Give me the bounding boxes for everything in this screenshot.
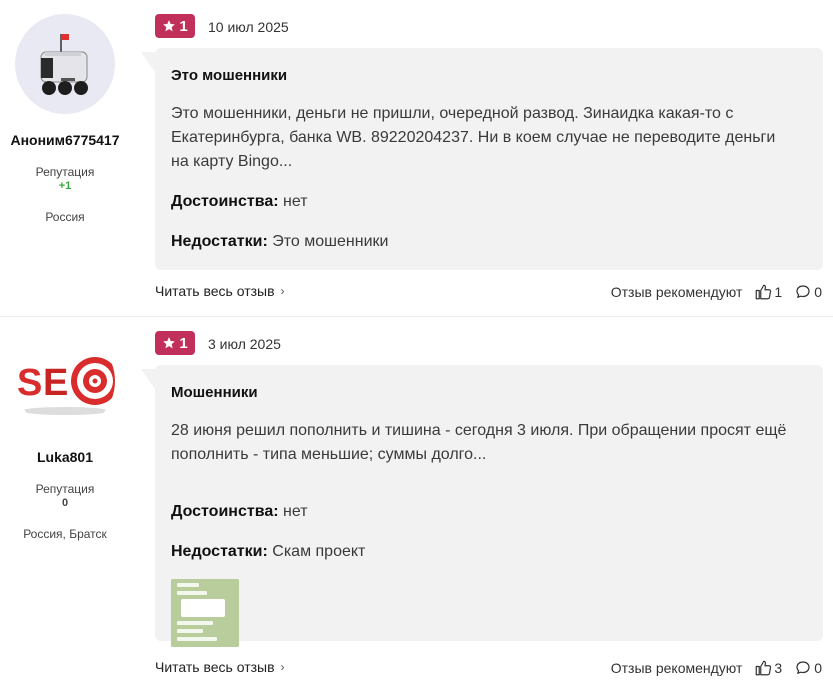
cons-label: Недостатки:	[171, 543, 268, 560]
author-name[interactable]: Аноним6775417	[0, 132, 130, 148]
recommend-label: Отзыв рекомендуют	[610, 660, 743, 676]
bubble-tail	[141, 369, 155, 389]
chat-screenshot-thumbnail	[171, 579, 239, 647]
robot-avatar-icon	[40, 34, 88, 95]
review-footer-actions: Отзыв рекомендуют 1 0	[611, 283, 822, 301]
pros-line: Достоинства: нет	[171, 193, 308, 211]
like-count: 3	[774, 660, 783, 676]
review-title[interactable]: Это мошенники	[171, 67, 287, 84]
author-avatar[interactable]	[15, 14, 115, 114]
review-body: Мошенники 28 июня решил пополнить и тиши…	[141, 365, 823, 647]
review-text: 28 июня решил пополнить и тишина - сегод…	[171, 422, 787, 463]
cons-value: Скам проект	[272, 543, 366, 560]
bubble-tail	[141, 52, 155, 72]
star-icon	[163, 337, 176, 349]
pros-label: Достоинства:	[171, 503, 279, 520]
review-date: 10 июл 2025	[208, 19, 289, 35]
pros-label: Достоинства:	[171, 193, 279, 210]
read-more-label: Читать весь отзыв	[155, 659, 275, 675]
pros-value: нет	[283, 193, 308, 210]
review-date: 3 июл 2025	[208, 336, 281, 352]
chevron-right-icon: ›	[280, 284, 285, 298]
author-location: Россия	[45, 210, 85, 224]
chevron-right-icon: ›	[280, 660, 285, 674]
like-button[interactable]: 3	[754, 659, 782, 677]
thumbs-up-icon	[756, 284, 772, 300]
author-location: Россия, Братск	[23, 527, 107, 541]
read-more-link[interactable]: Читать весь отзыв ›	[155, 283, 285, 299]
review-card: S E Luka801 Репутация 0 Россия, Братск 1…	[0, 316, 833, 686]
comment-icon	[796, 661, 810, 674]
review-footer-actions: Отзыв рекомендуют 3 0	[611, 659, 822, 677]
star-icon	[163, 20, 176, 32]
like-button[interactable]: 1	[754, 283, 782, 301]
cons-label: Недостатки:	[171, 233, 268, 250]
rating-badge: 1	[155, 331, 195, 355]
comments-button[interactable]: 0	[794, 659, 822, 677]
comments-button[interactable]: 0	[794, 283, 822, 301]
cons-line: Недостатки: Это мошенники	[171, 233, 388, 251]
thumbs-up-icon	[756, 660, 772, 676]
review-body: Это мошенники Это мошенники, деньги не п…	[141, 48, 823, 270]
read-more-link[interactable]: Читать весь отзыв ›	[155, 659, 285, 675]
author-name[interactable]: Luka801	[0, 449, 130, 465]
rating-badge: 1	[155, 14, 195, 38]
attachment-thumbnail[interactable]	[171, 579, 239, 647]
like-count: 1	[774, 284, 783, 300]
comment-count: 0	[814, 660, 822, 676]
pros-line: Достоинства: нет	[171, 503, 308, 521]
pros-value: нет	[283, 503, 308, 520]
cons-value: Это мошенники	[272, 233, 389, 250]
rating-value: 1	[179, 334, 188, 352]
cons-line: Недостатки: Скам проект	[171, 543, 365, 561]
rating-value: 1	[179, 17, 188, 35]
seo-avatar-icon: S E	[17, 357, 115, 415]
reputation-label: Репутация	[35, 482, 95, 496]
svg-text:S: S	[17, 362, 42, 404]
comment-count: 0	[814, 284, 822, 300]
reputation-label: Репутация	[35, 165, 95, 179]
author-avatar[interactable]: S E	[15, 331, 115, 431]
review-card: Аноним6775417 Репутация +1 Россия 1 10 и…	[0, 0, 833, 316]
reputation-value: 0	[61, 497, 69, 509]
review-text: Это мошенники, деньги не пришли, очередн…	[171, 105, 776, 170]
svg-text:E: E	[43, 362, 68, 404]
recommend-label: Отзыв рекомендуют	[610, 284, 743, 300]
review-title[interactable]: Мошенники	[171, 384, 258, 401]
read-more-label: Читать весь отзыв	[155, 283, 275, 299]
comment-icon	[796, 285, 810, 298]
reputation-value: +1	[58, 180, 72, 192]
